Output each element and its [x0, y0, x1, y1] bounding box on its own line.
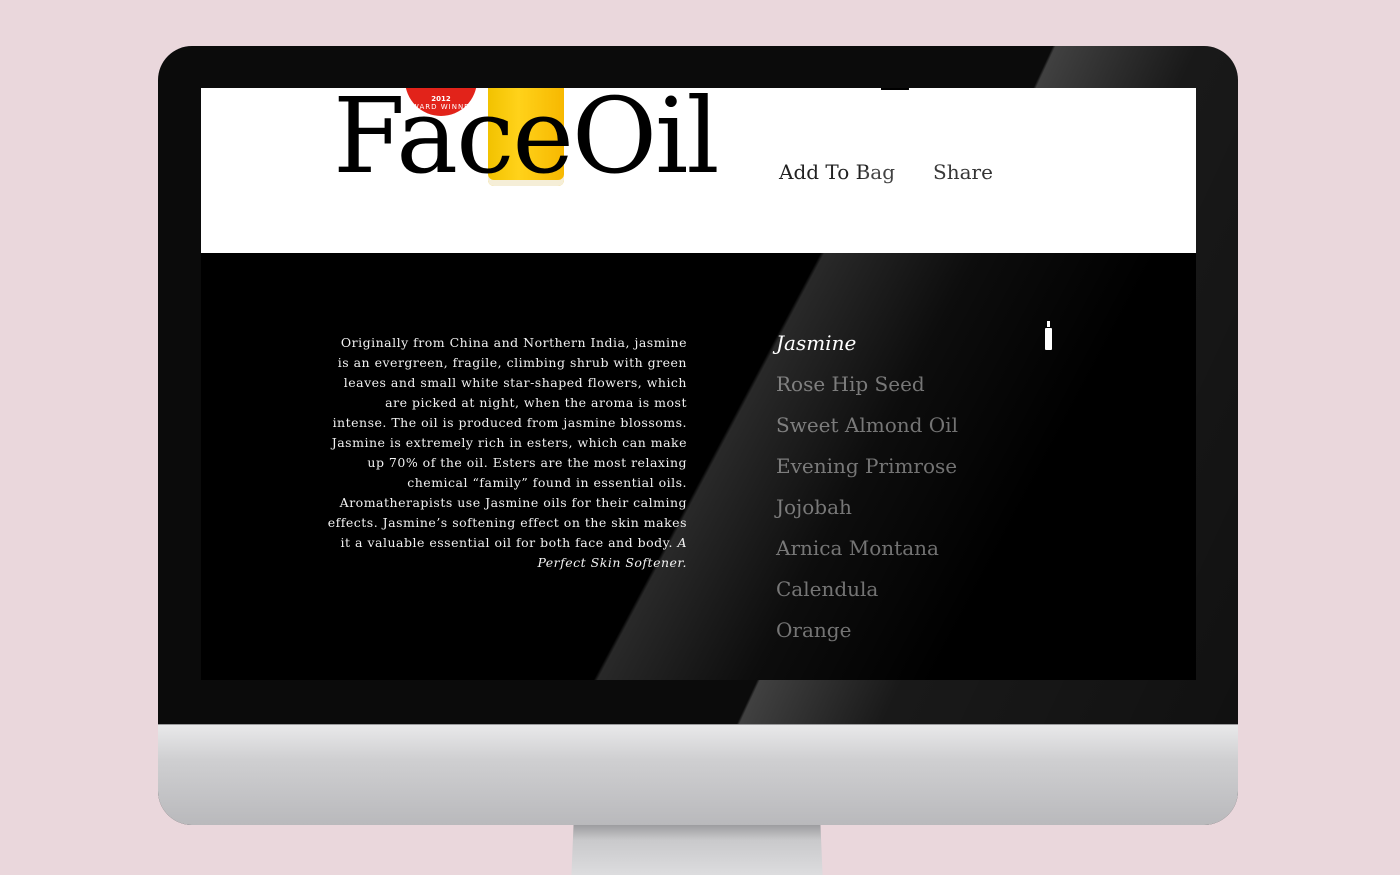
screen: 2012 AWARD WINNER FaceOil Add To Bag Sha… [201, 88, 1196, 680]
ingredient-item-orange[interactable]: Orange [776, 615, 958, 656]
ingredient-item-evening-primrose[interactable]: Evening Primrose [776, 451, 958, 492]
bottle-body [1045, 328, 1052, 350]
bottle-cap [1047, 321, 1050, 327]
ingredient-item-sweet-almond-oil[interactable]: Sweet Almond Oil [776, 410, 958, 451]
description-text: Originally from China and Northern India… [327, 335, 687, 550]
monitor-chin [158, 724, 1238, 825]
ingredient-item-arnica-montana[interactable]: Arnica Montana [776, 533, 958, 574]
share-link[interactable]: Share [933, 160, 993, 184]
page-title: FaceOil [333, 88, 720, 197]
bottle-icon [1045, 321, 1052, 351]
ingredient-item-calendula[interactable]: Calendula [776, 574, 958, 615]
product-header: 2012 AWARD WINNER FaceOil Add To Bag Sha… [201, 88, 1196, 253]
divider [881, 88, 909, 90]
ingredient-item-rose-hip-seed[interactable]: Rose Hip Seed [776, 369, 958, 410]
ingredient-item-jojobah[interactable]: Jojobah [776, 492, 958, 533]
ingredient-list: Jasmine Rose Hip Seed Sweet Almond Oil E… [776, 328, 958, 656]
ingredient-item-jasmine[interactable]: Jasmine [776, 328, 958, 369]
ingredient-description: Originally from China and Northern India… [327, 333, 687, 573]
monitor: 2012 AWARD WINNER FaceOil Add To Bag Sha… [158, 46, 1238, 825]
add-to-bag-link[interactable]: Add To Bag [779, 160, 895, 184]
monitor-stand [571, 825, 823, 875]
